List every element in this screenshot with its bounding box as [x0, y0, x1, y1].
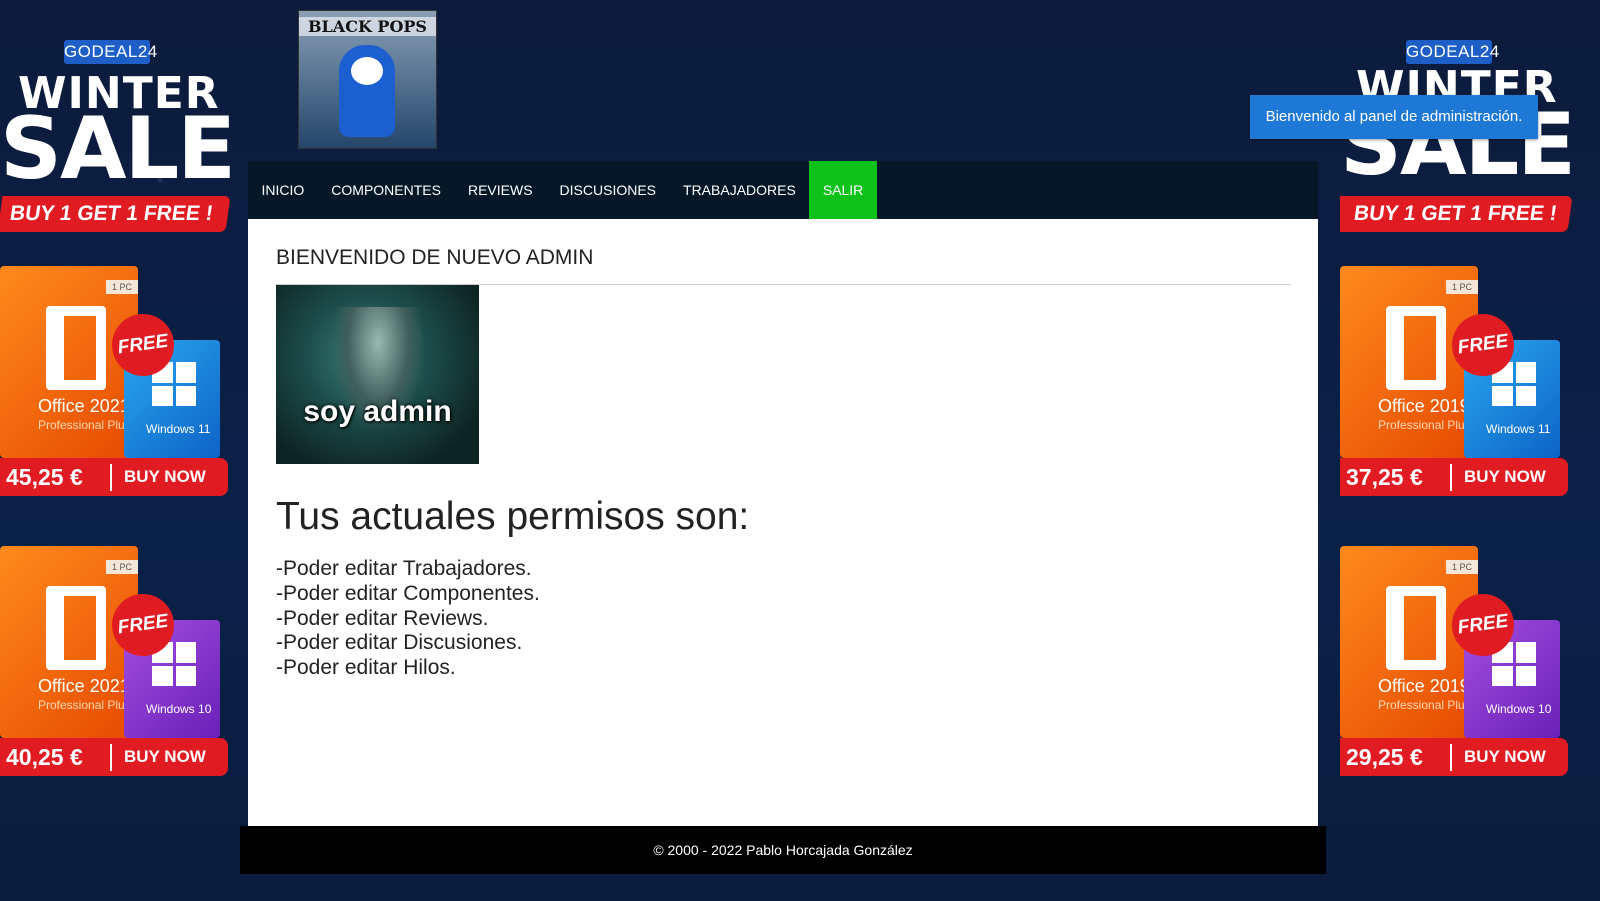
welcome-toast[interactable]: Bienvenido al panel de administración.	[1250, 95, 1538, 139]
site-logo-text: BLACK POPS	[299, 17, 436, 36]
buy-now-button[interactable]: BUY NOW	[112, 747, 206, 767]
main-nav: INICIO COMPONENTES REVIEWS DISCUSIONES T…	[248, 161, 1318, 219]
pc-tag: 1 PC	[106, 280, 138, 294]
main-content: BIENVENIDO DE NUEVO ADMIN soy admin Tus …	[248, 219, 1318, 826]
permissions-list: -Poder editar Trabajadores. -Poder edita…	[276, 557, 540, 681]
price-bar[interactable]: 29,25 € BUY NOW	[1340, 738, 1568, 776]
permission-item: -Poder editar Componentes.	[276, 581, 540, 605]
admin-meme-image: soy admin	[276, 285, 479, 464]
price-label: 37,25 €	[1340, 463, 1452, 491]
ad-product-card[interactable]: Office 2019 Professional Plus 1 PC Windo…	[1340, 266, 1572, 496]
ad-product-card[interactable]: Office 2021 Professional Plus 1 PC Windo…	[0, 546, 232, 776]
office-product-name: Office 2019	[1378, 676, 1470, 696]
price-label: 29,25 €	[1340, 743, 1452, 771]
admin-image-caption: soy admin	[303, 395, 452, 428]
pc-tag: 1 PC	[1446, 280, 1478, 294]
office-product-name: Office 2019	[1378, 396, 1470, 416]
buy-now-button[interactable]: BUY NOW	[112, 467, 206, 487]
office-logo-icon	[1386, 306, 1446, 390]
ad-promo-ribbon: BUY 1 GET 1 FREE !	[0, 196, 231, 232]
ad-promo-ribbon: BUY 1 GET 1 FREE !	[1340, 196, 1573, 232]
site-footer: © 2000 - 2022 Pablo Horcajada González	[240, 826, 1326, 874]
site-logo[interactable]: BLACK POPS	[298, 10, 437, 149]
windows-product-name: Windows 10	[1486, 702, 1552, 716]
windows-product-name: Windows 10	[146, 702, 212, 716]
ad-product-card[interactable]: Office 2021 Professional Plus 1 PC Windo…	[0, 266, 232, 496]
pc-tag: 1 PC	[106, 560, 138, 574]
ad-headline-sale: SALE	[0, 99, 236, 199]
ad-product-card[interactable]: Office 2019 Professional Plus 1 PC Windo…	[1340, 546, 1572, 776]
nav-item-inicio[interactable]: INICIO	[248, 161, 318, 219]
nav-item-discusiones[interactable]: DISCUSIONES	[546, 161, 669, 219]
nav-item-trabajadores[interactable]: TRABAJADORES	[670, 161, 810, 219]
windows-product-name: Windows 11	[146, 422, 211, 436]
office-logo-icon	[46, 306, 106, 390]
office-logo-icon	[46, 586, 106, 670]
price-bar[interactable]: 45,25 € BUY NOW	[0, 458, 228, 496]
permission-item: -Poder editar Hilos.	[276, 656, 456, 680]
price-label: 45,25 €	[0, 463, 112, 491]
office-product-edition: Professional Plus	[38, 698, 131, 712]
permission-item: -Poder editar Reviews.	[276, 606, 489, 630]
price-label: 40,25 €	[0, 743, 112, 771]
office-product-edition: Professional Plus	[38, 418, 131, 432]
permission-item: -Poder editar Discusiones.	[276, 631, 523, 655]
office-logo-icon	[1386, 586, 1446, 670]
ad-brand: GODEAL24	[1406, 40, 1499, 64]
pc-tag: 1 PC	[1446, 560, 1478, 574]
price-bar[interactable]: 40,25 € BUY NOW	[0, 738, 228, 776]
nav-item-salir[interactable]: SALIR	[809, 161, 877, 219]
office-product-edition: Professional Plus	[1378, 698, 1471, 712]
left-ad-banner[interactable]: GODEAL24 WINTER SALE BUY 1 GET 1 FREE ! …	[0, 0, 240, 901]
office-product-name: Office 2021	[38, 396, 130, 416]
nav-item-componentes[interactable]: COMPONENTES	[318, 161, 455, 219]
logo-mascot-face	[351, 57, 383, 85]
price-bar[interactable]: 37,25 € BUY NOW	[1340, 458, 1568, 496]
page-title: BIENVENIDO DE NUEVO ADMIN	[276, 246, 594, 269]
ad-brand: GODEAL24	[64, 40, 157, 64]
permissions-title: Tus actuales permisos son:	[276, 495, 750, 538]
buy-now-button[interactable]: BUY NOW	[1452, 467, 1546, 487]
office-product-edition: Professional Plus	[1378, 418, 1471, 432]
buy-now-button[interactable]: BUY NOW	[1452, 747, 1546, 767]
permission-item: -Poder editar Trabajadores.	[276, 557, 532, 580]
office-product-name: Office 2021	[38, 676, 130, 696]
windows-product-name: Windows 11	[1486, 422, 1551, 436]
nav-item-reviews[interactable]: REVIEWS	[454, 161, 546, 219]
